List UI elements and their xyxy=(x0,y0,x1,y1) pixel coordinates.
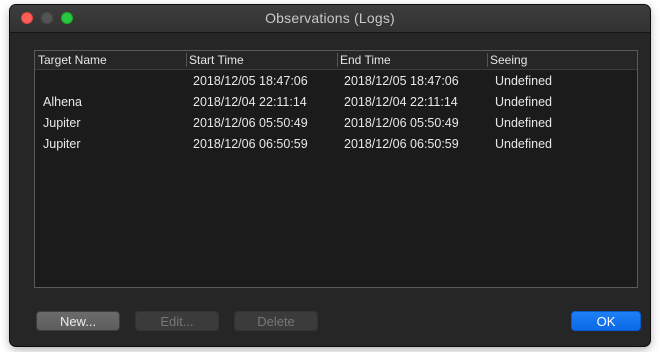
cell-start-time: 2018/12/06 05:50:49 xyxy=(193,116,308,130)
column-header-seeing[interactable]: Seeing xyxy=(490,53,527,67)
cell-end-time: 2018/12/06 06:50:59 xyxy=(344,137,459,151)
table-row[interactable]: 2018/12/05 18:47:06 2018/12/05 18:47:06 … xyxy=(35,71,637,92)
column-separator[interactable] xyxy=(186,53,187,67)
table-row[interactable]: Jupiter 2018/12/06 05:50:49 2018/12/06 0… xyxy=(35,113,637,134)
cell-end-time: 2018/12/05 18:47:06 xyxy=(344,74,459,88)
title-bar[interactable]: Observations (Logs) xyxy=(10,5,650,33)
column-separator[interactable] xyxy=(337,53,338,67)
ok-button[interactable]: OK xyxy=(571,311,641,331)
column-header-start-time[interactable]: Start Time xyxy=(189,53,244,67)
cell-end-time: 2018/12/06 05:50:49 xyxy=(344,116,459,130)
cell-seeing: Undefined xyxy=(495,95,552,109)
cell-seeing: Undefined xyxy=(495,74,552,88)
column-separator[interactable] xyxy=(487,53,488,67)
cell-target-name: Jupiter xyxy=(43,116,81,130)
table-header: Target Name Start Time End Time Seeing xyxy=(35,51,637,70)
cell-end-time: 2018/12/04 22:11:14 xyxy=(344,95,458,109)
observations-window: Observations (Logs) Target Name Start Ti… xyxy=(10,5,650,346)
window-title: Observations (Logs) xyxy=(265,10,395,26)
delete-button[interactable]: Delete xyxy=(234,311,318,331)
cell-seeing: Undefined xyxy=(495,116,552,130)
column-header-end-time[interactable]: End Time xyxy=(340,53,391,67)
observations-table[interactable]: Target Name Start Time End Time Seeing 2… xyxy=(34,50,638,288)
cell-target-name: Jupiter xyxy=(43,137,81,151)
cell-start-time: 2018/12/06 06:50:59 xyxy=(193,137,308,151)
column-header-target-name[interactable]: Target Name xyxy=(38,53,107,67)
cell-start-time: 2018/12/04 22:11:14 xyxy=(193,95,307,109)
table-row[interactable]: Jupiter 2018/12/06 06:50:59 2018/12/06 0… xyxy=(35,134,637,155)
cell-start-time: 2018/12/05 18:47:06 xyxy=(193,74,308,88)
table-row[interactable]: Alhena 2018/12/04 22:11:14 2018/12/04 22… xyxy=(35,92,637,113)
cell-seeing: Undefined xyxy=(495,137,552,151)
new-button[interactable]: New... xyxy=(36,311,120,331)
edit-button[interactable]: Edit... xyxy=(135,311,219,331)
cell-target-name: Alhena xyxy=(43,95,82,109)
